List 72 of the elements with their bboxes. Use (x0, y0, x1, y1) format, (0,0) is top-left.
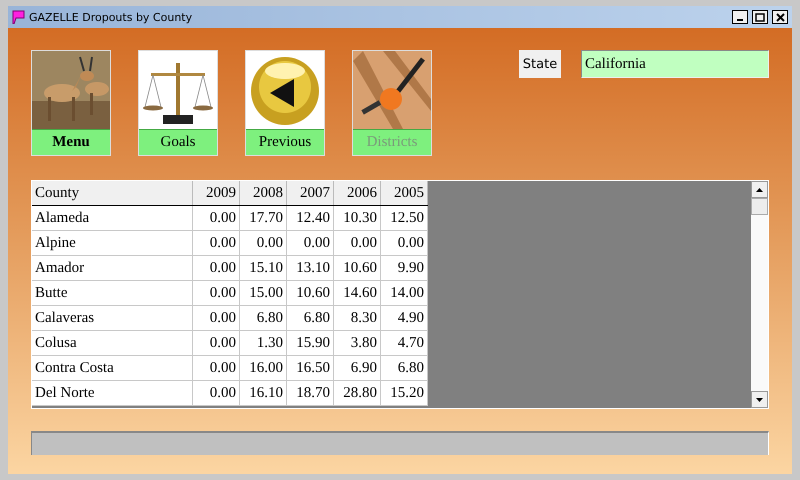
column-header[interactable]: 2007 (286, 181, 334, 206)
table-cell: 0.00 (192, 356, 240, 380)
state-field[interactable]: California (581, 50, 769, 78)
up-arrow-icon (756, 188, 763, 192)
scroll-thumb[interactable] (751, 198, 768, 215)
table-cell: 0.00 (286, 230, 334, 256)
table-cell: 4.90 (380, 306, 428, 330)
table-cell: 17.70 (240, 206, 286, 230)
table-cell: 0.00 (192, 256, 240, 280)
table-cell: 0.00 (380, 230, 428, 256)
table-cell: 1.30 (240, 330, 286, 356)
maximize-button[interactable] (752, 10, 768, 24)
table-cell: Alameda (32, 206, 192, 230)
table-cell: Butte (32, 280, 192, 306)
nav-button[interactable]: Previous (245, 50, 325, 156)
column-header[interactable]: 2006 (334, 181, 380, 206)
table-cell: 0.00 (334, 230, 380, 256)
table-cell: 8.30 (334, 306, 380, 330)
table-cell: 0.00 (192, 206, 240, 230)
table-cell: Colusa (32, 330, 192, 356)
table-cell: 15.10 (240, 256, 286, 280)
column-header[interactable]: 2005 (380, 181, 428, 206)
table-cell: 10.60 (286, 280, 334, 306)
table-cell: 12.40 (286, 206, 334, 230)
table-cell: 28.80 (334, 380, 380, 406)
table-cell: Del Norte (32, 380, 192, 406)
table-cell: 0.00 (192, 330, 240, 356)
table-cell: 16.00 (240, 356, 286, 380)
scroll-up-button[interactable] (751, 181, 768, 198)
column-header[interactable]: 2008 (240, 181, 286, 206)
window-title: GAZELLE Dropouts by County (29, 10, 194, 24)
table-cell: 13.10 (286, 256, 334, 280)
close-button[interactable] (772, 10, 788, 24)
table-cell: 15.20 (380, 380, 428, 406)
nav-button[interactable]: Goals (138, 50, 218, 156)
table-cell: 0.00 (192, 380, 240, 406)
close-icon (776, 12, 784, 22)
table-cell: 9.90 (380, 256, 428, 280)
column-header[interactable]: County (32, 181, 192, 206)
table-cell: Contra Costa (32, 356, 192, 380)
down-arrow-icon (756, 398, 763, 402)
table-cell: 0.00 (192, 280, 240, 306)
table-cell: 12.50 (380, 206, 428, 230)
table-cell: 6.80 (380, 356, 428, 380)
scrollbar[interactable] (751, 181, 768, 408)
state-label: State (519, 50, 561, 78)
table-cell: 10.30 (334, 206, 380, 230)
table-cell: Calaveras (32, 306, 192, 330)
table-cell: 10.60 (334, 256, 380, 280)
table-cell: 6.80 (286, 306, 334, 330)
table-cell: 14.60 (334, 280, 380, 306)
scroll-down-button[interactable] (751, 391, 768, 408)
table-cell: 6.80 (240, 306, 286, 330)
table-cell: 0.00 (192, 306, 240, 330)
column-header[interactable]: 2009 (192, 181, 240, 206)
table-cell: 16.50 (286, 356, 334, 380)
table-cell: 15.00 (240, 280, 286, 306)
table-cell: 15.90 (286, 330, 334, 356)
table-cell: 0.00 (192, 230, 240, 256)
table-cell: Amador (32, 256, 192, 280)
table-cell: 0.00 (240, 230, 286, 256)
nav-button[interactable]: Menu (31, 50, 111, 156)
table-cell: Alpine (32, 230, 192, 256)
table-cell: 3.80 (334, 330, 380, 356)
maximize-icon (755, 12, 765, 22)
table-cell: 14.00 (380, 280, 428, 306)
flag-icon (12, 10, 25, 24)
table-cell: 16.10 (240, 380, 286, 406)
table-cell: 4.70 (380, 330, 428, 356)
table-cell: 6.90 (334, 356, 380, 380)
minimize-button[interactable] (732, 10, 748, 24)
table-cell: 18.70 (286, 380, 334, 406)
